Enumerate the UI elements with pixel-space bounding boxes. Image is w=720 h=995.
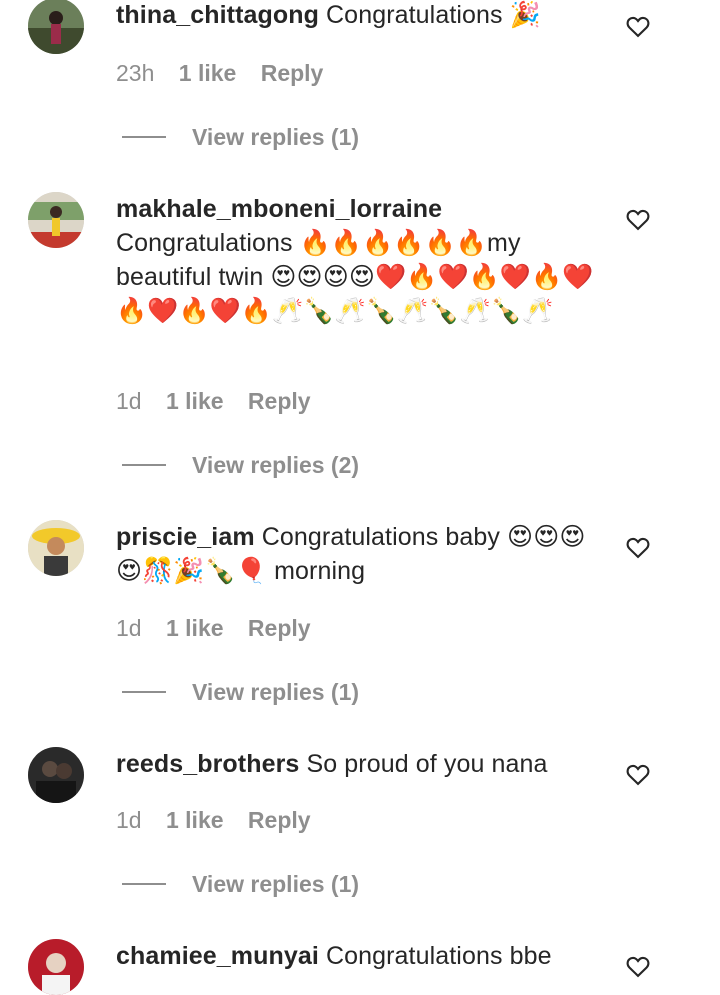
comment-text: reeds_brothers So proud of you nana — [116, 747, 596, 781]
comment-body: Congratulations bbe — [325, 942, 552, 970]
reply-button[interactable]: Reply — [248, 615, 311, 641]
view-replies-label: View replies (2) — [192, 451, 360, 478]
divider-line — [122, 464, 166, 466]
view-replies-label: View replies (1) — [192, 678, 360, 705]
comment-username[interactable]: priscie_iam — [116, 523, 255, 551]
heart-outline-icon[interactable] — [624, 205, 652, 233]
avatar[interactable] — [28, 747, 84, 803]
view-replies-button[interactable]: View replies (2) — [122, 450, 359, 480]
comment-meta: 1d 1 like Reply — [116, 615, 329, 642]
view-replies-label: View replies (1) — [192, 123, 360, 150]
reply-button[interactable]: Reply — [261, 60, 324, 86]
comment-username[interactable]: chamiee_munyai — [116, 942, 319, 970]
avatar[interactable] — [28, 192, 84, 248]
comment-meta: 23h 1 like Reply — [116, 60, 341, 87]
comment-text: makhale_mboneni_lorraine Congratulations… — [116, 192, 596, 328]
comment-time: 1d — [116, 807, 142, 833]
comment-username[interactable]: reeds_brothers — [116, 750, 299, 778]
comment-likes[interactable]: 1 like — [166, 807, 224, 833]
divider-line — [122, 136, 166, 138]
avatar[interactable] — [28, 939, 84, 995]
comment-time: 1d — [116, 615, 142, 641]
heart-outline-icon[interactable] — [624, 760, 652, 788]
comment-meta: 1d 1 like Reply — [116, 388, 329, 415]
view-replies-button[interactable]: View replies (1) — [122, 122, 359, 152]
heart-outline-icon[interactable] — [624, 533, 652, 561]
comment-body: Congratulations 🔥🔥🔥🔥🔥🔥my beautiful twin … — [116, 229, 594, 325]
comment-likes[interactable]: 1 like — [166, 615, 224, 641]
comment-username[interactable]: makhale_mboneni_lorraine — [116, 195, 442, 223]
comment-text: thina_chittagong Congratulations 🎉 — [116, 0, 596, 32]
comment-body: So proud of you nana — [306, 750, 548, 778]
comment-likes[interactable]: 1 like — [166, 388, 224, 414]
avatar[interactable] — [28, 0, 84, 54]
view-replies-button[interactable]: View replies (1) — [122, 677, 359, 707]
view-replies-label: View replies (1) — [192, 870, 360, 897]
divider-line — [122, 883, 166, 885]
comment-time: 1d — [116, 388, 142, 414]
comment-text: priscie_iam Congratulations baby 😍😍😍😍🎊🎉🍾… — [116, 520, 596, 588]
view-replies-button[interactable]: View replies (1) — [122, 869, 359, 899]
comment-likes[interactable]: 1 like — [179, 60, 237, 86]
heart-outline-icon[interactable] — [624, 12, 652, 40]
avatar[interactable] — [28, 520, 84, 576]
reply-button[interactable]: Reply — [248, 807, 311, 833]
reply-button[interactable]: Reply — [248, 388, 311, 414]
heart-outline-icon[interactable] — [624, 952, 652, 980]
comment-time: 23h — [116, 60, 155, 86]
divider-line — [122, 691, 166, 693]
comment-text: chamiee_munyai Congratulations bbe — [116, 939, 596, 973]
comment-meta: 1d 1 like Reply — [116, 807, 329, 834]
comment-body: Congratulations 🎉 — [326, 1, 541, 29]
comment-username[interactable]: thina_chittagong — [116, 1, 319, 29]
